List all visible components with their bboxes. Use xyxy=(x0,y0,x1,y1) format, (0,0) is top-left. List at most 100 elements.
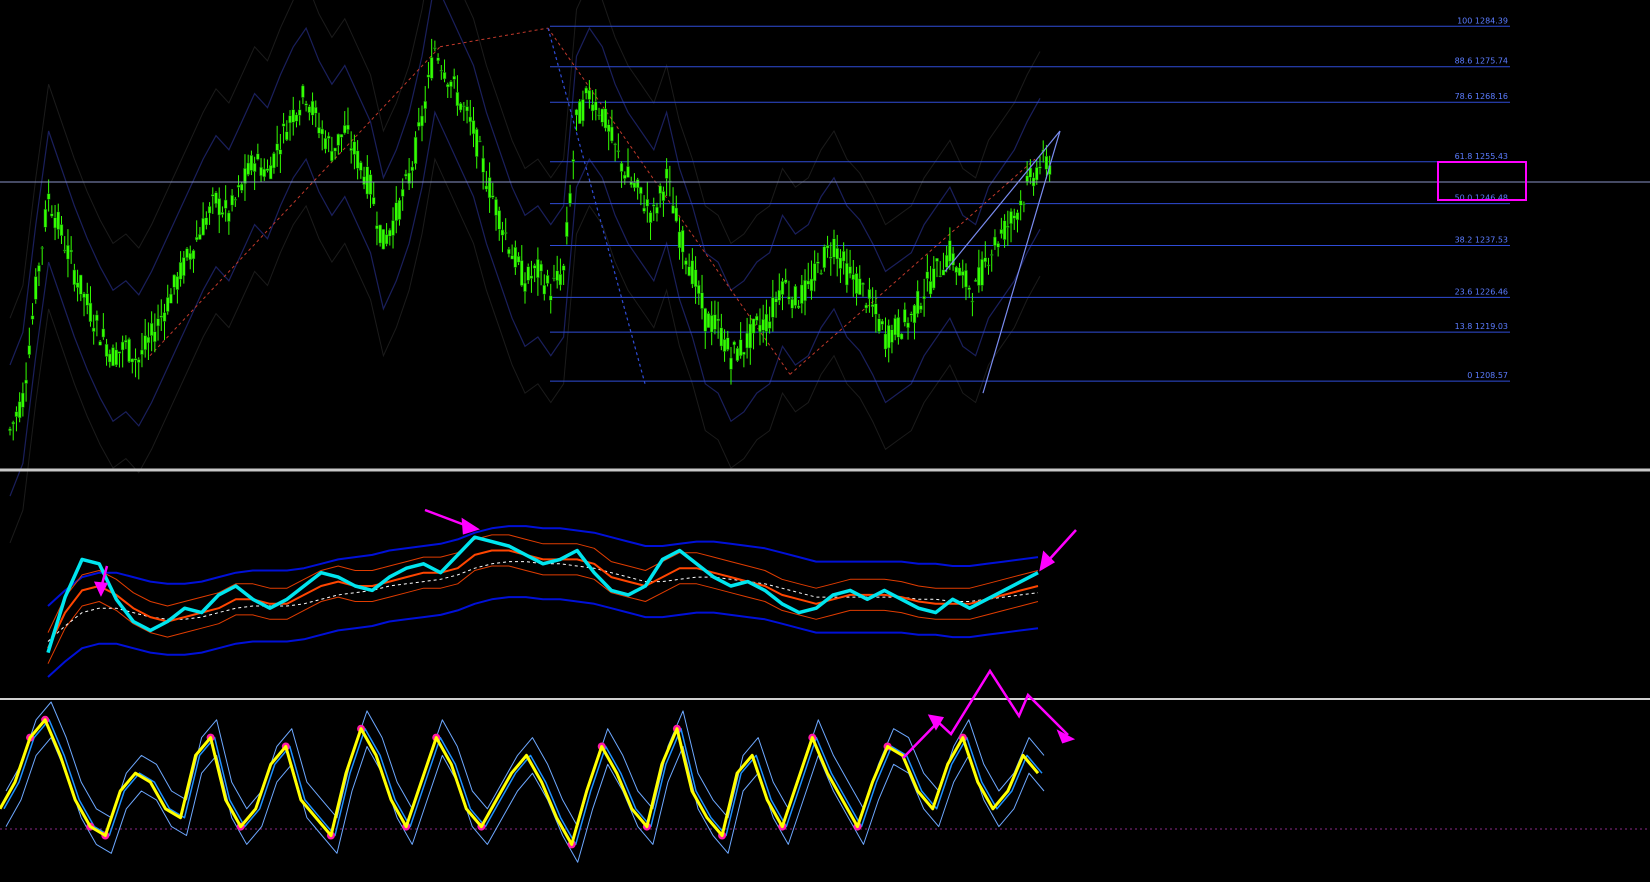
price-candle-body xyxy=(558,274,563,286)
price-candle-body xyxy=(1022,203,1026,205)
price-candle-body xyxy=(108,353,112,363)
price-candle-body xyxy=(973,279,978,282)
price-candle-body xyxy=(352,141,357,155)
price-candle-body xyxy=(487,177,492,199)
price-candle-body xyxy=(397,199,402,220)
price-candle-body xyxy=(256,153,260,160)
price-candle-body xyxy=(336,133,341,146)
price-candle-body xyxy=(217,198,221,216)
price-candle-body xyxy=(243,168,247,184)
price-candle-body xyxy=(11,421,15,425)
price-candle-body xyxy=(446,84,450,88)
price-candle-body xyxy=(481,157,485,173)
price-candle-body xyxy=(555,270,559,281)
price-candle-body xyxy=(491,195,495,198)
price-candle-body xyxy=(867,289,872,300)
price-candle-body xyxy=(288,115,292,124)
price-candle-body xyxy=(851,274,856,280)
price-candle-body xyxy=(413,136,418,164)
price-candle-body xyxy=(539,263,543,272)
price-candle-body xyxy=(391,220,395,236)
price-candle-body xyxy=(729,357,733,370)
price-candle-body xyxy=(281,123,286,127)
price-candle-body xyxy=(854,273,859,294)
price-candle-body xyxy=(75,282,80,288)
price-candle-body xyxy=(465,106,469,112)
price-candle-body xyxy=(429,57,434,79)
price-candle-body xyxy=(584,87,588,94)
fib-level-label: 23.6 1226.46 xyxy=(1455,287,1508,296)
price-candle-body xyxy=(774,298,778,303)
price-candle-body xyxy=(333,147,337,152)
price-candle-body xyxy=(571,159,576,162)
price-candle-body xyxy=(198,234,202,240)
price-candle-body xyxy=(98,341,102,346)
price-candle-body xyxy=(388,229,392,237)
price-candle-body xyxy=(14,411,19,417)
price-candle-body xyxy=(330,150,334,162)
price-candle-body xyxy=(549,295,553,301)
price-candle-body xyxy=(375,225,379,230)
price-candle-body xyxy=(484,185,489,190)
price-candle-body xyxy=(34,276,38,300)
price-candle-body xyxy=(761,319,765,331)
price-candle-body xyxy=(626,166,630,178)
price-candle-body xyxy=(845,262,849,286)
price-candle-body xyxy=(40,247,44,249)
price-candle-body xyxy=(404,173,408,177)
price-candle-body xyxy=(948,240,952,262)
price-candle-body xyxy=(523,282,527,292)
price-candle-body xyxy=(120,341,125,351)
price-candle-body xyxy=(832,238,836,258)
fib-level-label: 50.0 1246.48 xyxy=(1455,194,1508,203)
price-candle-body xyxy=(246,162,250,175)
chart-background xyxy=(0,0,1650,882)
price-candle-body xyxy=(423,100,427,109)
price-candle-body xyxy=(268,165,273,180)
price-candle-body xyxy=(452,75,456,80)
price-candle-body xyxy=(755,315,759,321)
price-candle-body xyxy=(906,322,910,328)
price-candle-body xyxy=(793,286,798,306)
price-candle-body xyxy=(680,230,685,253)
price-candle-body xyxy=(716,318,720,322)
price-candle-body xyxy=(46,193,51,200)
price-candle-body xyxy=(127,338,131,362)
price-candle-body xyxy=(182,257,186,277)
price-candle-body xyxy=(69,249,73,253)
price-candle-body xyxy=(886,325,891,349)
price-candle-body xyxy=(104,343,109,357)
price-candle-body xyxy=(165,297,170,312)
price-candle-body xyxy=(1038,166,1042,169)
price-candle-body xyxy=(957,267,962,276)
price-candle-body xyxy=(967,287,971,291)
price-candle-body xyxy=(343,125,347,134)
price-candle-body xyxy=(925,271,930,279)
price-candle-body xyxy=(568,192,572,204)
price-candle-body xyxy=(687,266,691,277)
price-candle-body xyxy=(507,248,511,255)
price-candle-body xyxy=(632,182,637,189)
price-candle-body xyxy=(961,271,965,276)
price-candle-body xyxy=(346,124,350,130)
price-candle-body xyxy=(635,179,640,189)
price-candle-body xyxy=(520,260,524,286)
price-candle-body xyxy=(175,276,180,290)
fib-level-label: 100 1284.39 xyxy=(1457,16,1508,25)
price-candle-body xyxy=(468,116,473,123)
price-candle-body xyxy=(658,185,662,194)
price-candle-body xyxy=(153,331,157,343)
price-candle-body xyxy=(326,135,331,139)
price-candle-body xyxy=(552,277,556,280)
price-candle-body xyxy=(362,176,366,185)
price-candle-body xyxy=(986,264,991,267)
price-candle-body xyxy=(66,244,70,260)
price-candle-body xyxy=(433,47,437,49)
price-candle-body xyxy=(619,162,624,172)
price-candle-body xyxy=(497,210,501,230)
price-candle-body xyxy=(935,258,939,262)
price-candle-body xyxy=(642,207,646,212)
price-candle-body xyxy=(53,217,57,229)
price-candle-body xyxy=(848,266,852,274)
trading-chart[interactable]: 100 1284.39 88.6 1275.74 78.6 1268.16 61.8 … xyxy=(0,0,1650,882)
